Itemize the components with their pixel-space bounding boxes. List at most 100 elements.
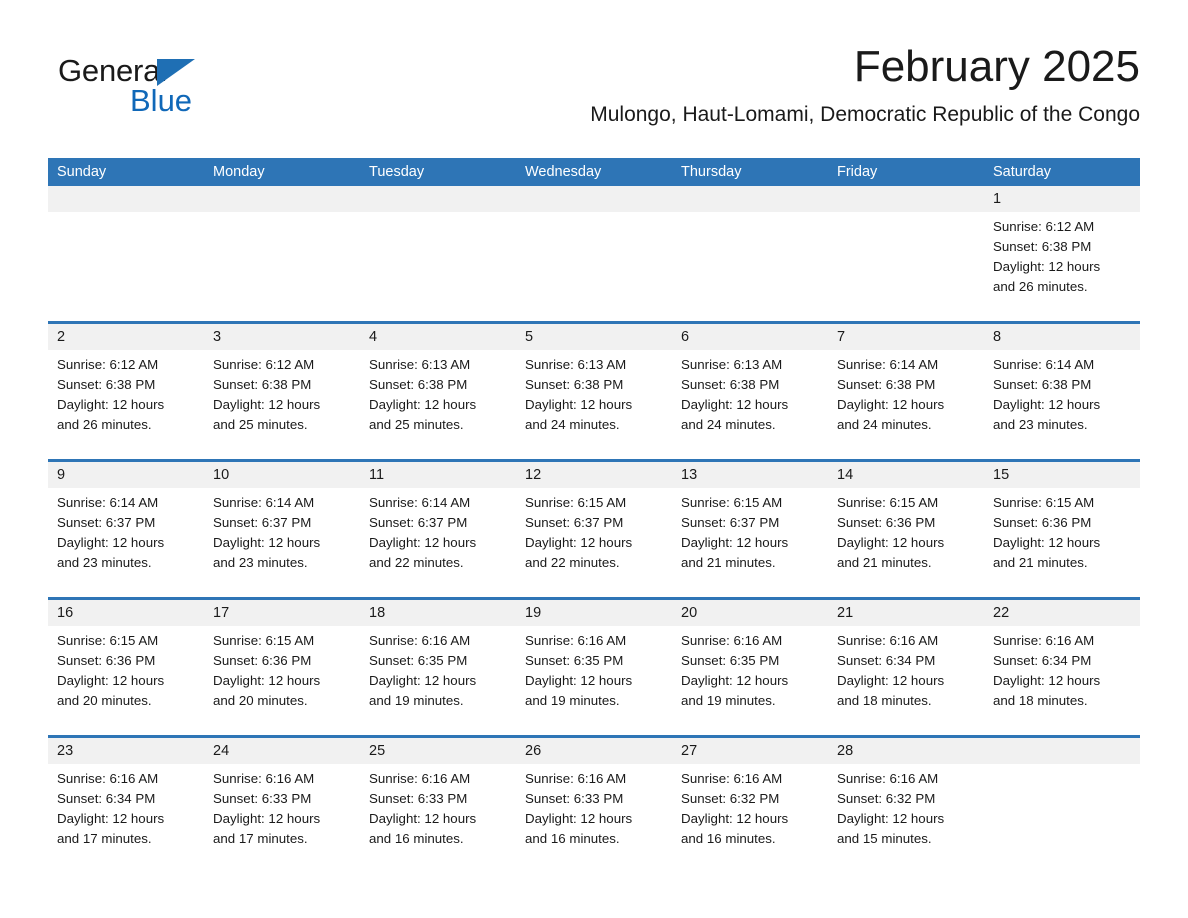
day-info-line: and 20 minutes.	[57, 693, 152, 708]
day-cell-10[interactable]: Sunrise: 6:14 AM Sunset: 6:37 PM Daylight:…	[204, 488, 360, 597]
day-cell-2[interactable]: Sunrise: 6:12 AM Sunset: 6:38 PM Daylight:…	[48, 350, 204, 459]
day-number-18[interactable]: 18	[360, 600, 516, 626]
day-cell-17[interactable]: Sunrise: 6:15 AM Sunset: 6:36 PM Daylight:…	[204, 626, 360, 735]
day-number-9[interactable]: 9	[48, 462, 204, 488]
day-info-line: Sunset: 6:34 PM	[57, 791, 156, 806]
day-info-line: Daylight: 12 hours	[57, 535, 165, 550]
day-info-line: Sunset: 6:38 PM	[525, 377, 624, 392]
day-number-13[interactable]: 13	[672, 462, 828, 488]
day-info-line: and 23 minutes.	[57, 555, 152, 570]
day-number-15[interactable]: 15	[984, 462, 1140, 488]
day-info-line: Daylight: 12 hours	[837, 535, 945, 550]
weekday-header-wednesday: Wednesday	[525, 164, 602, 180]
day-info-line: Daylight: 12 hours	[369, 397, 477, 412]
day-cell-5[interactable]: Sunrise: 6:13 AM Sunset: 6:38 PM Daylight:…	[516, 350, 672, 459]
day-cell-8[interactable]: Sunrise: 6:14 AM Sunset: 6:38 PM Daylight:…	[984, 350, 1140, 459]
day-number-6[interactable]: 6	[672, 324, 828, 350]
day-cell-18[interactable]: Sunrise: 6:16 AM Sunset: 6:35 PM Daylight:…	[360, 626, 516, 735]
day-number-19[interactable]: 19	[516, 600, 672, 626]
day-cell-25[interactable]: Sunrise: 6:16 AM Sunset: 6:33 PM Daylight:…	[360, 764, 516, 873]
day-info-line: Daylight: 12 hours	[213, 535, 321, 550]
day-number-2[interactable]: 2	[48, 324, 204, 350]
day-cell-3[interactable]: Sunrise: 6:12 AM Sunset: 6:38 PM Daylight:…	[204, 350, 360, 459]
day-info-line: Sunrise: 6:16 AM	[525, 633, 627, 648]
day-cell-19[interactable]: Sunrise: 6:16 AM Sunset: 6:35 PM Daylight:…	[516, 626, 672, 735]
day-info-line: Sunrise: 6:15 AM	[837, 495, 939, 510]
day-info-line: Sunrise: 6:15 AM	[993, 495, 1095, 510]
day-cell-20[interactable]: Sunrise: 6:16 AM Sunset: 6:35 PM Daylight:…	[672, 626, 828, 735]
day-cell-1[interactable]: Sunrise: 6:12 AM Sunset: 6:38 PM Daylight:…	[984, 212, 1140, 321]
day-number-24[interactable]: 24	[204, 738, 360, 764]
day-cell-7[interactable]: Sunrise: 6:14 AM Sunset: 6:38 PM Daylight:…	[828, 350, 984, 459]
day-info-line: and 21 minutes.	[837, 555, 932, 570]
day-info-line: Sunrise: 6:14 AM	[57, 495, 159, 510]
day-info-line: Sunset: 6:36 PM	[993, 515, 1092, 530]
day-number-7[interactable]: 7	[828, 324, 984, 350]
day-cell-24[interactable]: Sunrise: 6:16 AM Sunset: 6:33 PM Daylight:…	[204, 764, 360, 873]
day-cell-22[interactable]: Sunrise: 6:16 AM Sunset: 6:34 PM Daylight:…	[984, 626, 1140, 735]
day-info-line: Sunset: 6:33 PM	[369, 791, 468, 806]
day-number-21[interactable]: 21	[828, 600, 984, 626]
day-info-line: Daylight: 12 hours	[681, 535, 789, 550]
day-info-line: Daylight: 12 hours	[993, 673, 1101, 688]
day-number-17[interactable]: 17	[204, 600, 360, 626]
day-number-14[interactable]: 14	[828, 462, 984, 488]
day-number-16[interactable]: 16	[48, 600, 204, 626]
day-number-4[interactable]: 4	[360, 324, 516, 350]
day-cell-23[interactable]: Sunrise: 6:16 AM Sunset: 6:34 PM Daylight:…	[48, 764, 204, 873]
day-info-line: Sunrise: 6:16 AM	[213, 771, 315, 786]
day-info-line: and 24 minutes.	[837, 417, 932, 432]
day-info-line: Daylight: 12 hours	[525, 535, 633, 550]
day-cell-12[interactable]: Sunrise: 6:15 AM Sunset: 6:37 PM Daylight:…	[516, 488, 672, 597]
day-number-empty	[516, 186, 672, 212]
day-info-line: Sunrise: 6:14 AM	[993, 357, 1095, 372]
day-number-11[interactable]: 11	[360, 462, 516, 488]
day-detail-row: Sunrise: 6:12 AM Sunset: 6:38 PM Daylight:…	[48, 350, 1140, 459]
day-number-10[interactable]: 10	[204, 462, 360, 488]
day-number-3[interactable]: 3	[204, 324, 360, 350]
day-cell-4[interactable]: Sunrise: 6:13 AM Sunset: 6:38 PM Daylight:…	[360, 350, 516, 459]
day-number-22[interactable]: 22	[984, 600, 1140, 626]
day-cell-26[interactable]: Sunrise: 6:16 AM Sunset: 6:33 PM Daylight:…	[516, 764, 672, 873]
day-number-1[interactable]: 1	[984, 186, 1140, 212]
day-info-line: and 26 minutes.	[57, 417, 152, 432]
day-number-20[interactable]: 20	[672, 600, 828, 626]
day-cell-15[interactable]: Sunrise: 6:15 AM Sunset: 6:36 PM Daylight:…	[984, 488, 1140, 597]
generalblue-logo[interactable]: General Blue	[58, 54, 258, 134]
day-cell-21[interactable]: Sunrise: 6:16 AM Sunset: 6:34 PM Daylight:…	[828, 626, 984, 735]
day-info-line: Sunset: 6:36 PM	[213, 653, 312, 668]
logo-text-blue: Blue	[130, 83, 193, 118]
calendar-week: 9 10 11 12 13 14 15 Sunrise: 6:14 AM Sunset: 6:3…	[48, 459, 1140, 597]
day-info-line: and 16 minutes.	[525, 831, 620, 846]
day-number-12[interactable]: 12	[516, 462, 672, 488]
day-cell-16[interactable]: Sunrise: 6:15 AM Sunset: 6:36 PM Daylight:…	[48, 626, 204, 735]
day-info-line: and 20 minutes.	[213, 693, 308, 708]
day-info-line: and 18 minutes.	[993, 693, 1088, 708]
day-cell-9[interactable]: Sunrise: 6:14 AM Sunset: 6:37 PM Daylight:…	[48, 488, 204, 597]
weekday-header-saturday: Saturday	[993, 164, 1052, 180]
day-info-line: Daylight: 12 hours	[525, 397, 633, 412]
day-info-line: Sunset: 6:37 PM	[213, 515, 312, 530]
day-info-line: Sunrise: 6:16 AM	[525, 771, 627, 786]
day-cell-13[interactable]: Sunrise: 6:15 AM Sunset: 6:37 PM Daylight:…	[672, 488, 828, 597]
day-info-line: Sunset: 6:36 PM	[57, 653, 156, 668]
day-number-5[interactable]: 5	[516, 324, 672, 350]
day-info-line: and 16 minutes.	[681, 831, 776, 846]
day-info-line: Daylight: 12 hours	[369, 811, 477, 826]
day-number-25[interactable]: 25	[360, 738, 516, 764]
day-info-line: Daylight: 12 hours	[57, 811, 165, 826]
day-cell-11[interactable]: Sunrise: 6:14 AM Sunset: 6:37 PM Daylight:…	[360, 488, 516, 597]
day-info-line: Sunset: 6:38 PM	[213, 377, 312, 392]
day-cell-6[interactable]: Sunrise: 6:13 AM Sunset: 6:38 PM Daylight:…	[672, 350, 828, 459]
day-cell-27[interactable]: Sunrise: 6:16 AM Sunset: 6:32 PM Daylight:…	[672, 764, 828, 873]
day-number-23[interactable]: 23	[48, 738, 204, 764]
day-cell-28[interactable]: Sunrise: 6:16 AM Sunset: 6:32 PM Daylight:…	[828, 764, 984, 873]
day-number-27[interactable]: 27	[672, 738, 828, 764]
day-info-line: Daylight: 12 hours	[525, 673, 633, 688]
day-number-8[interactable]: 8	[984, 324, 1140, 350]
day-number-28[interactable]: 28	[828, 738, 984, 764]
day-detail-row: Sunrise: 6:15 AM Sunset: 6:36 PM Daylight:…	[48, 626, 1140, 735]
day-info-line: Daylight: 12 hours	[369, 535, 477, 550]
day-cell-14[interactable]: Sunrise: 6:15 AM Sunset: 6:36 PM Daylight:…	[828, 488, 984, 597]
day-number-26[interactable]: 26	[516, 738, 672, 764]
